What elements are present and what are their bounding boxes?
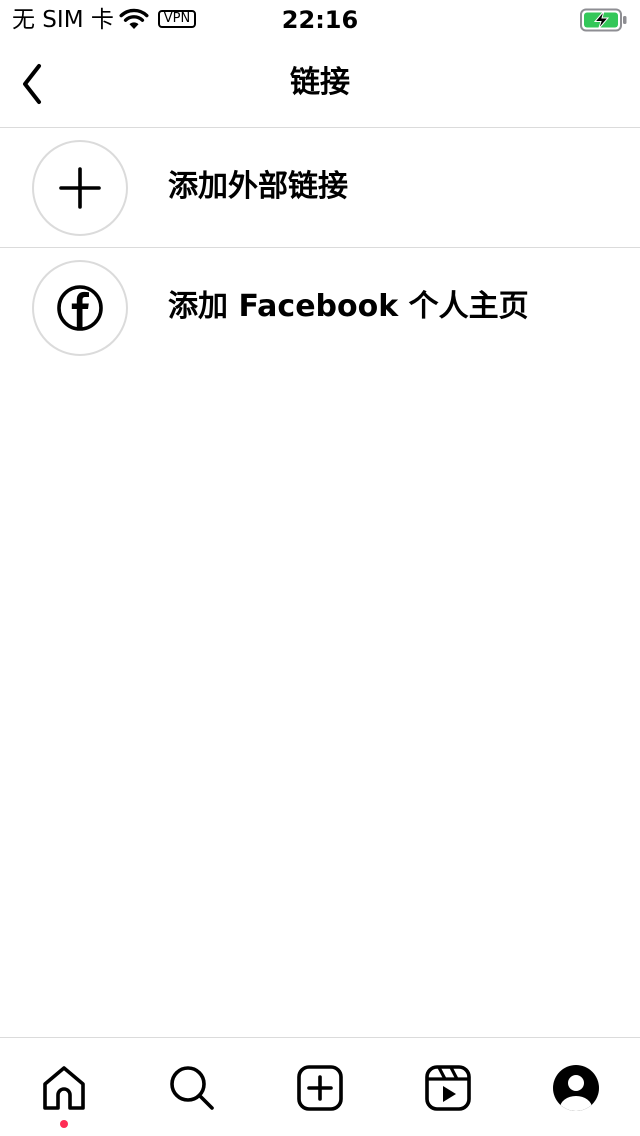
search-icon (170, 1066, 214, 1110)
add-external-link-label: 添加外部链接 (168, 169, 348, 204)
wifi-icon (119, 8, 149, 29)
profile-icon (553, 1065, 599, 1111)
tab-home[interactable] (36, 1060, 92, 1116)
create-icon (297, 1065, 343, 1111)
tab-search[interactable] (164, 1060, 220, 1116)
plus-icon (59, 167, 101, 209)
facebook-icon (57, 285, 103, 331)
carrier-label: 无 SIM 卡 (12, 7, 114, 33)
navigation-header: 链接 (0, 40, 640, 128)
status-bar: 无 SIM 卡 VPN 22:16 (0, 0, 640, 40)
reels-icon (425, 1065, 471, 1111)
vpn-badge: VPN (158, 10, 196, 28)
add-facebook-icon-circle (32, 260, 128, 356)
add-external-link-item[interactable]: 添加外部链接 (0, 128, 640, 248)
add-facebook-profile-label: 添加 Facebook 个人主页 (168, 289, 529, 324)
home-icon (43, 1066, 85, 1110)
back-button[interactable] (10, 60, 54, 108)
add-facebook-profile-item[interactable]: 添加 Facebook 个人主页 (0, 248, 640, 368)
add-external-link-icon-circle (32, 140, 128, 236)
page-title: 链接 (290, 65, 350, 100)
notification-dot (60, 1120, 68, 1128)
tab-create[interactable] (292, 1060, 348, 1116)
link-options-list: 添加外部链接 添加 Facebook 个人主页 (0, 128, 640, 368)
chevron-left-icon (23, 64, 41, 104)
tab-profile[interactable] (548, 1060, 604, 1116)
tab-reels[interactable] (420, 1060, 476, 1116)
bottom-tab-bar (0, 1037, 640, 1136)
battery-charging-icon (580, 8, 627, 32)
status-time: 22:16 (281, 6, 359, 34)
